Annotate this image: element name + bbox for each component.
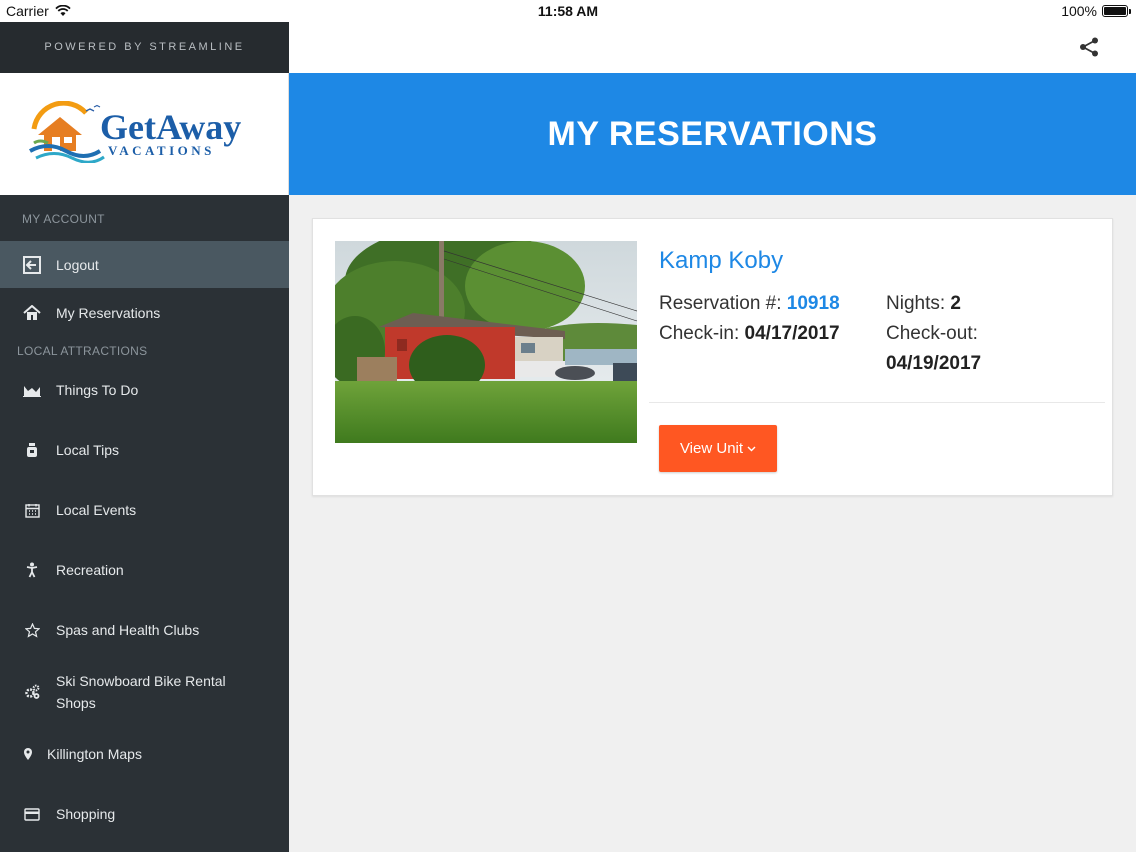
reservation-number-label: Reservation #: [659,293,782,314]
nights-value: 2 [950,293,961,314]
logout-icon [22,255,42,275]
chevron-down-icon [747,446,756,451]
logo-area: GetAway VACATIONS [0,73,289,195]
sidebar-item-label: Local Events [56,502,137,518]
powered-by-label: POWERED BY STREAMLINE [0,22,289,73]
sidebar: POWERED BY STREAMLINE GetAway VACATIONS … [0,22,289,852]
checkout-value: 04/19/2017 [886,353,982,374]
sidebar-item-spas-health-clubs[interactable]: Spas and Health Clubs [0,604,289,656]
sidebar-item-label: Recreation [56,562,124,578]
page-title: MY RESERVATIONS [289,73,1136,195]
svg-text:VACATIONS: VACATIONS [108,143,215,158]
sidebar-item-label: Spas and Health Clubs [56,622,200,638]
checkout-label: Check-out: [886,323,978,344]
checkin-row: Check-in: 04/17/2017 [659,319,840,349]
home-icon [22,303,42,323]
svg-text:GetAway: GetAway [100,107,241,147]
clock: 11:58 AM [537,3,599,19]
tip-jar-icon [22,440,42,460]
sidebar-item-my-reservations[interactable]: My Reservations [0,288,289,338]
battery-icon [1102,5,1131,17]
sidebar-item-ski-snowboard-bike-rental[interactable]: Ski Snowboard Bike Rental Shops [0,656,289,728]
reservation-number-row: Reservation #: 10918 [659,289,840,319]
sidebar-item-shopping[interactable]: Shopping [0,780,289,848]
sidebar-item-label: Local Tips [56,442,120,458]
checkin-label: Check-in: [659,323,740,344]
credit-card-icon [22,804,42,824]
area-chart-icon [22,380,42,400]
reservation-number-value: 10918 [786,293,840,314]
person-icon [22,560,42,580]
star-icon [22,620,42,640]
sidebar-item-label: Things To Do [56,382,139,398]
section-my-account: MY ACCOUNT [22,212,105,226]
reservation-card: Kamp Koby Reservation #: 10918 Check-in:… [312,218,1113,496]
property-photo [335,241,637,443]
sidebar-item-killington-maps[interactable]: Killington Maps [0,728,289,780]
nights-label: Nights: [886,293,946,314]
sidebar-item-local-tips[interactable]: Local Tips [0,416,289,484]
sidebar-item-recreation[interactable]: Recreation [0,536,289,604]
sidebar-item-label: Shopping [56,806,116,822]
status-bar: Carrier 11:58 AM 100% [0,0,1136,22]
nights-row: Nights: 2 [886,289,961,319]
view-unit-button[interactable]: View Unit [659,425,777,472]
battery-percent: 100% [1061,3,1097,19]
card-divider [649,402,1105,403]
sidebar-item-label: Logout [56,256,99,273]
getaway-logo: GetAway VACATIONS [29,101,241,163]
sidebar-item-label: Killington Maps [47,746,142,762]
calendar-icon [22,500,42,520]
share-icon[interactable] [1078,36,1100,58]
sidebar-item-local-events[interactable]: Local Events [0,484,289,536]
sidebar-item-label: My Reservations [56,305,161,321]
sidebar-item-label: Ski Snowboard Bike Rental Shops [56,673,226,711]
map-pin-icon [22,744,34,764]
checkout-row: Check-out: 04/19/2017 [886,319,981,379]
view-unit-label: View Unit [679,440,744,457]
sidebar-item-things-to-do[interactable]: Things To Do [0,364,289,416]
property-name[interactable]: Kamp Koby [659,247,783,275]
top-bar [289,22,1136,73]
section-local-attractions: LOCAL ATTRACTIONS [17,344,148,358]
gears-icon [22,682,42,702]
checkin-value: 04/17/2017 [744,323,840,344]
sidebar-item-logout[interactable]: Logout [0,241,289,288]
